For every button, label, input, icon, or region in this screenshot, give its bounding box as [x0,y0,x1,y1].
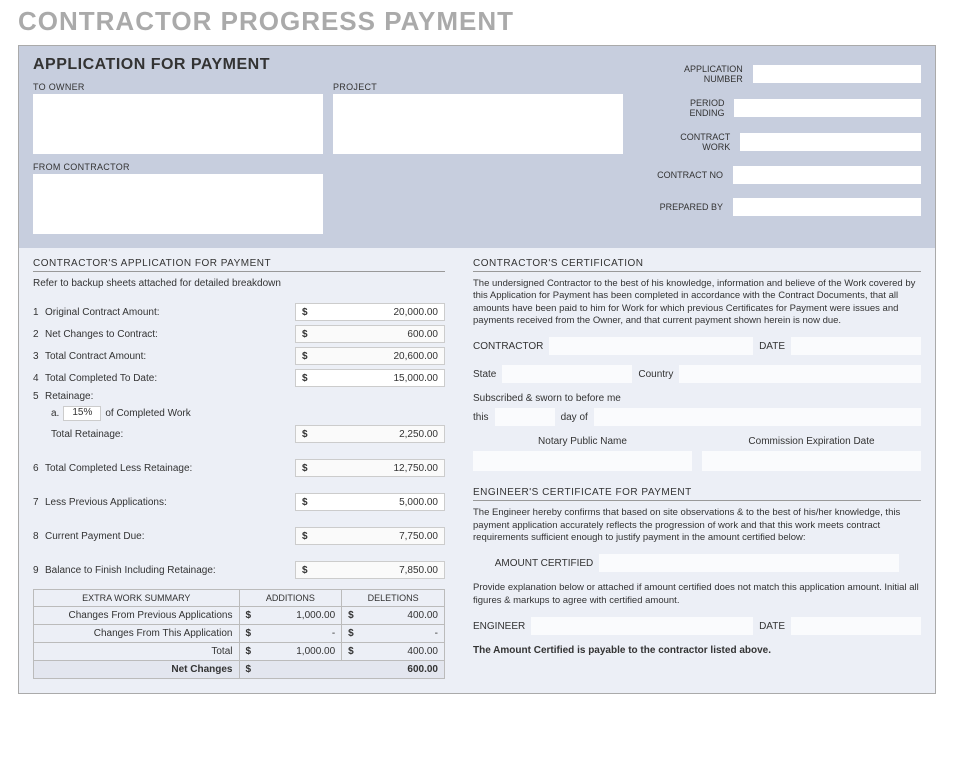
extra-title: EXTRA WORK SUMMARY [34,590,240,607]
meta-label-3: CONTRACT NO [657,170,723,180]
eng-text: The Engineer hereby confirms that based … [473,507,921,544]
line-6: 6 Total Completed Less Retainage: $12,75… [33,459,445,477]
total-completed-field[interactable]: $15,000.00 [295,369,445,387]
explain-text: Provide explanation below or attached if… [473,582,921,607]
net-changes-row: Net Changes $600.00 [34,661,445,679]
line-4: 4 Total Completed To Date: $15,000.00 [33,369,445,387]
line-2: 2 Net Changes to Contract: $600.00 [33,325,445,343]
line-3: 3 Total Contract Amount: $20,600.00 [33,347,445,365]
country-label: Country [638,369,673,380]
dayof-label: day of [561,412,588,423]
date-label: DATE [759,341,785,352]
cert-title: CONTRACTOR'S CERTIFICATION [473,258,921,272]
deletions-header: DELETIONS [342,590,445,607]
form-container: APPLICATION FOR PAYMENT TO OWNER PROJECT… [18,45,936,694]
contractor-sign-field[interactable] [549,337,753,355]
meta-label-4: PREPARED BY [660,202,723,212]
expiration-label: Commission Expiration Date [702,436,921,447]
line-7: 7 Less Previous Applications: $5,000.00 [33,493,445,511]
page-title: CONTRACTOR PROGRESS PAYMENT [0,0,954,45]
engineer-date-field[interactable] [791,617,921,635]
application-title: APPLICATION FOR PAYMENT [33,56,653,74]
sworn-month-field[interactable] [594,408,921,426]
from-contractor-label: FROM CONTRACTOR [33,162,653,172]
contractor-label: CONTRACTOR [473,341,543,352]
balance-field: $7,850.00 [295,561,445,579]
notary-field[interactable] [473,451,692,471]
extra-work-table: EXTRA WORK SUMMARY ADDITIONS DELETIONS C… [33,589,445,679]
this-label: this [473,412,489,423]
expiration-field[interactable] [702,451,921,471]
cert-text: The undersigned Contractor to the best o… [473,278,921,327]
state-field[interactable] [502,365,632,383]
table-row: Changes From Previous Applications $1,00… [34,607,445,625]
project-field[interactable] [333,94,623,154]
additions-header: ADDITIONS [239,590,342,607]
eng-title: ENGINEER'S CERTIFICATE FOR PAYMENT [473,487,921,501]
retainage-pct-field[interactable]: 15% [63,406,101,421]
sworn-label: Subscribed & sworn to before me [473,393,921,404]
amount-cert-label: AMOUNT CERTIFIED [495,558,594,569]
total-less-retainage-field: $12,750.00 [295,459,445,477]
to-owner-field[interactable] [33,94,323,154]
project-label: PROJECT [333,82,623,92]
line-8: 8 Current Payment Due: $7,750.00 [33,527,445,545]
table-row: Total $1,000.00 $400.00 [34,643,445,661]
application-number-field[interactable] [753,65,921,83]
notary-label: Notary Public Name [473,436,692,447]
table-row: Changes From This Application $- $- [34,625,445,643]
amount-certified-field[interactable] [599,554,899,572]
header-section: APPLICATION FOR PAYMENT TO OWNER PROJECT… [19,46,935,248]
body-section: CONTRACTOR'S APPLICATION FOR PAYMENT Ref… [19,248,935,693]
contractors-app-title: CONTRACTOR'S APPLICATION FOR PAYMENT [33,258,445,272]
total-retainage-field: $2,250.00 [295,425,445,443]
left-column: CONTRACTOR'S APPLICATION FOR PAYMENT Ref… [19,248,459,693]
less-previous-field[interactable]: $5,000.00 [295,493,445,511]
meta-label-2: CONTRACT WORK [653,132,730,152]
sworn-day-field[interactable] [495,408,555,426]
line-5t: Total Retainage: $2,250.00 [33,425,445,443]
line-1: 1 Original Contract Amount: $20,000.00 [33,303,445,321]
line-5a: a. 15% of Completed Work [51,406,445,421]
meta-label-0: APPLICATION NUMBER [653,64,743,84]
prepared-by-field[interactable] [733,198,921,216]
engineer-sign-field[interactable] [531,617,753,635]
contract-no-field[interactable] [733,166,921,184]
eng-date-label: DATE [759,621,785,632]
engineer-label: ENGINEER [473,621,525,632]
net-changes-field: $600.00 [295,325,445,343]
contractor-date-field[interactable] [791,337,921,355]
period-ending-field[interactable] [734,99,921,117]
right-column: CONTRACTOR'S CERTIFICATION The undersign… [459,248,935,693]
payable-note: The Amount Certified is payable to the c… [473,645,921,656]
original-contract-amount-field[interactable]: $20,000.00 [295,303,445,321]
line-5: 5 Retainage: [33,391,445,402]
current-payment-field: $7,750.00 [295,527,445,545]
meta-label-1: PERIOD ENDING [653,98,724,118]
line-9: 9 Balance to Finish Including Retainage:… [33,561,445,579]
contract-work-field[interactable] [740,133,921,151]
total-contract-field: $20,600.00 [295,347,445,365]
country-field[interactable] [679,365,921,383]
from-contractor-field[interactable] [33,174,323,234]
state-label: State [473,369,496,380]
to-owner-label: TO OWNER [33,82,323,92]
backup-note: Refer to backup sheets attached for deta… [33,278,445,289]
